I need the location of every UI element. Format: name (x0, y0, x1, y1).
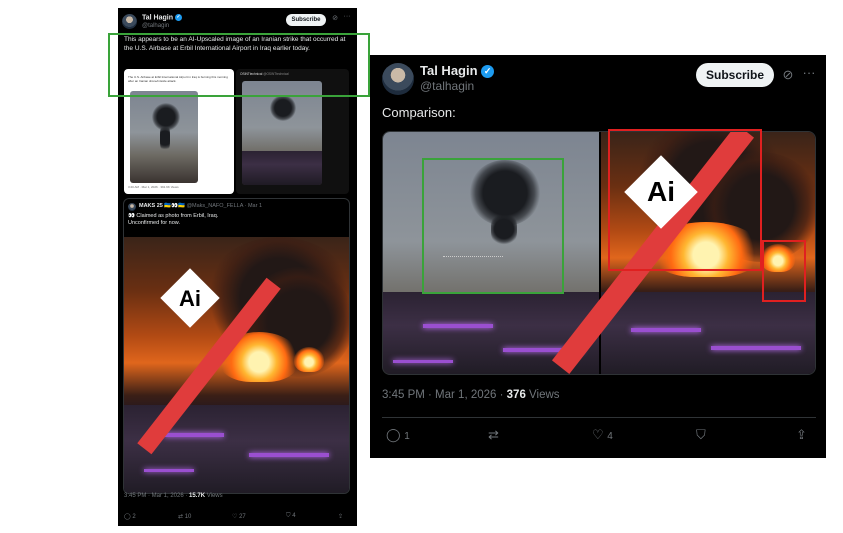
like-icon: ♡ (232, 514, 238, 520)
reply-button[interactable]: ◯ 1 (386, 427, 410, 443)
avatar[interactable] (128, 203, 136, 211)
divider (382, 417, 816, 418)
smoke-highlight-box (422, 158, 564, 294)
author-name[interactable]: Tal Hagin ✓ (420, 63, 495, 79)
tweet-text: Comparison: (382, 105, 456, 120)
author-handle[interactable]: @talhagin (142, 23, 169, 29)
share-button[interactable]: ⇪ (796, 427, 807, 443)
bookmark-icon: ⛉ (696, 427, 706, 442)
quote-text: 👀 Claimed as photo from Erbil, Iraq. Unc… (128, 213, 219, 226)
detail-highlight-box (762, 240, 806, 302)
reply-button[interactable]: ◯ 2 (124, 513, 136, 520)
verified-badge-icon: ✓ (481, 65, 495, 79)
bookmark-icon: ⛉ (286, 513, 291, 519)
quote-tweet-card[interactable]: MAKS 25 🇺🇦👀🇺🇦 @Maks_NAFO_FELLA · Mar 1 👀… (123, 198, 350, 494)
repost-button[interactable]: ⇄ 10 (178, 513, 191, 520)
subscribe-button[interactable]: Subscribe (286, 14, 326, 26)
share-icon: ⇪ (796, 427, 807, 442)
author-name[interactable]: Tal Hagin ✓ (142, 14, 182, 21)
reply-icon: ◯ (386, 427, 401, 442)
avatar[interactable] (122, 14, 137, 29)
repost-button[interactable]: ⇄ (488, 427, 499, 443)
more-icon[interactable]: ··· (341, 13, 353, 20)
tweet-meta: 3:45 PM · Mar 1, 2026 · 376 Views (382, 389, 560, 401)
grok-icon[interactable]: ⊘ (780, 67, 796, 83)
like-button[interactable]: ♡ 4 (592, 427, 613, 443)
like-icon: ♡ (592, 427, 604, 442)
author-handle[interactable]: @talhagin (420, 79, 474, 93)
avatar[interactable] (382, 63, 414, 95)
more-icon[interactable]: ··· (800, 65, 818, 80)
subscribe-button[interactable]: Subscribe (696, 63, 774, 87)
share-button[interactable]: ⇪ (338, 513, 343, 520)
tweet-meta: 3:45 PM · Mar 1, 2026 · 15.7K Views (124, 493, 223, 499)
fire-highlight-box (608, 129, 762, 271)
quote-image: Ai (124, 237, 349, 493)
share-icon: ⇪ (338, 514, 344, 520)
repost-icon: ⇄ (178, 514, 184, 520)
quote-author-name[interactable]: MAKS 25 🇺🇦👀🇺🇦 @Maks_NAFO_FELLA · Mar 1 (139, 203, 262, 209)
right-tweet-screenshot: Tal Hagin ✓ @talhagin Subscribe ⊘ ··· Co… (370, 55, 826, 458)
grok-icon[interactable]: ⊘ (330, 14, 340, 22)
like-button[interactable]: ♡ 27 (232, 513, 246, 520)
reply-icon: ◯ (124, 514, 131, 520)
bookmark-button[interactable]: ⛉ (696, 427, 706, 443)
text-highlight-box (108, 33, 370, 97)
quoted-tweet-meta: 3:20 AM · Mar 1, 2026 · 391.9K Views (128, 185, 179, 189)
repost-icon: ⇄ (488, 427, 499, 442)
verified-badge-icon: ✓ (174, 14, 182, 21)
ai-watermark-label: Ai (179, 286, 201, 311)
quoted-tweet-image (130, 91, 198, 183)
bookmark-button[interactable]: ⛉ 4 (286, 513, 296, 520)
